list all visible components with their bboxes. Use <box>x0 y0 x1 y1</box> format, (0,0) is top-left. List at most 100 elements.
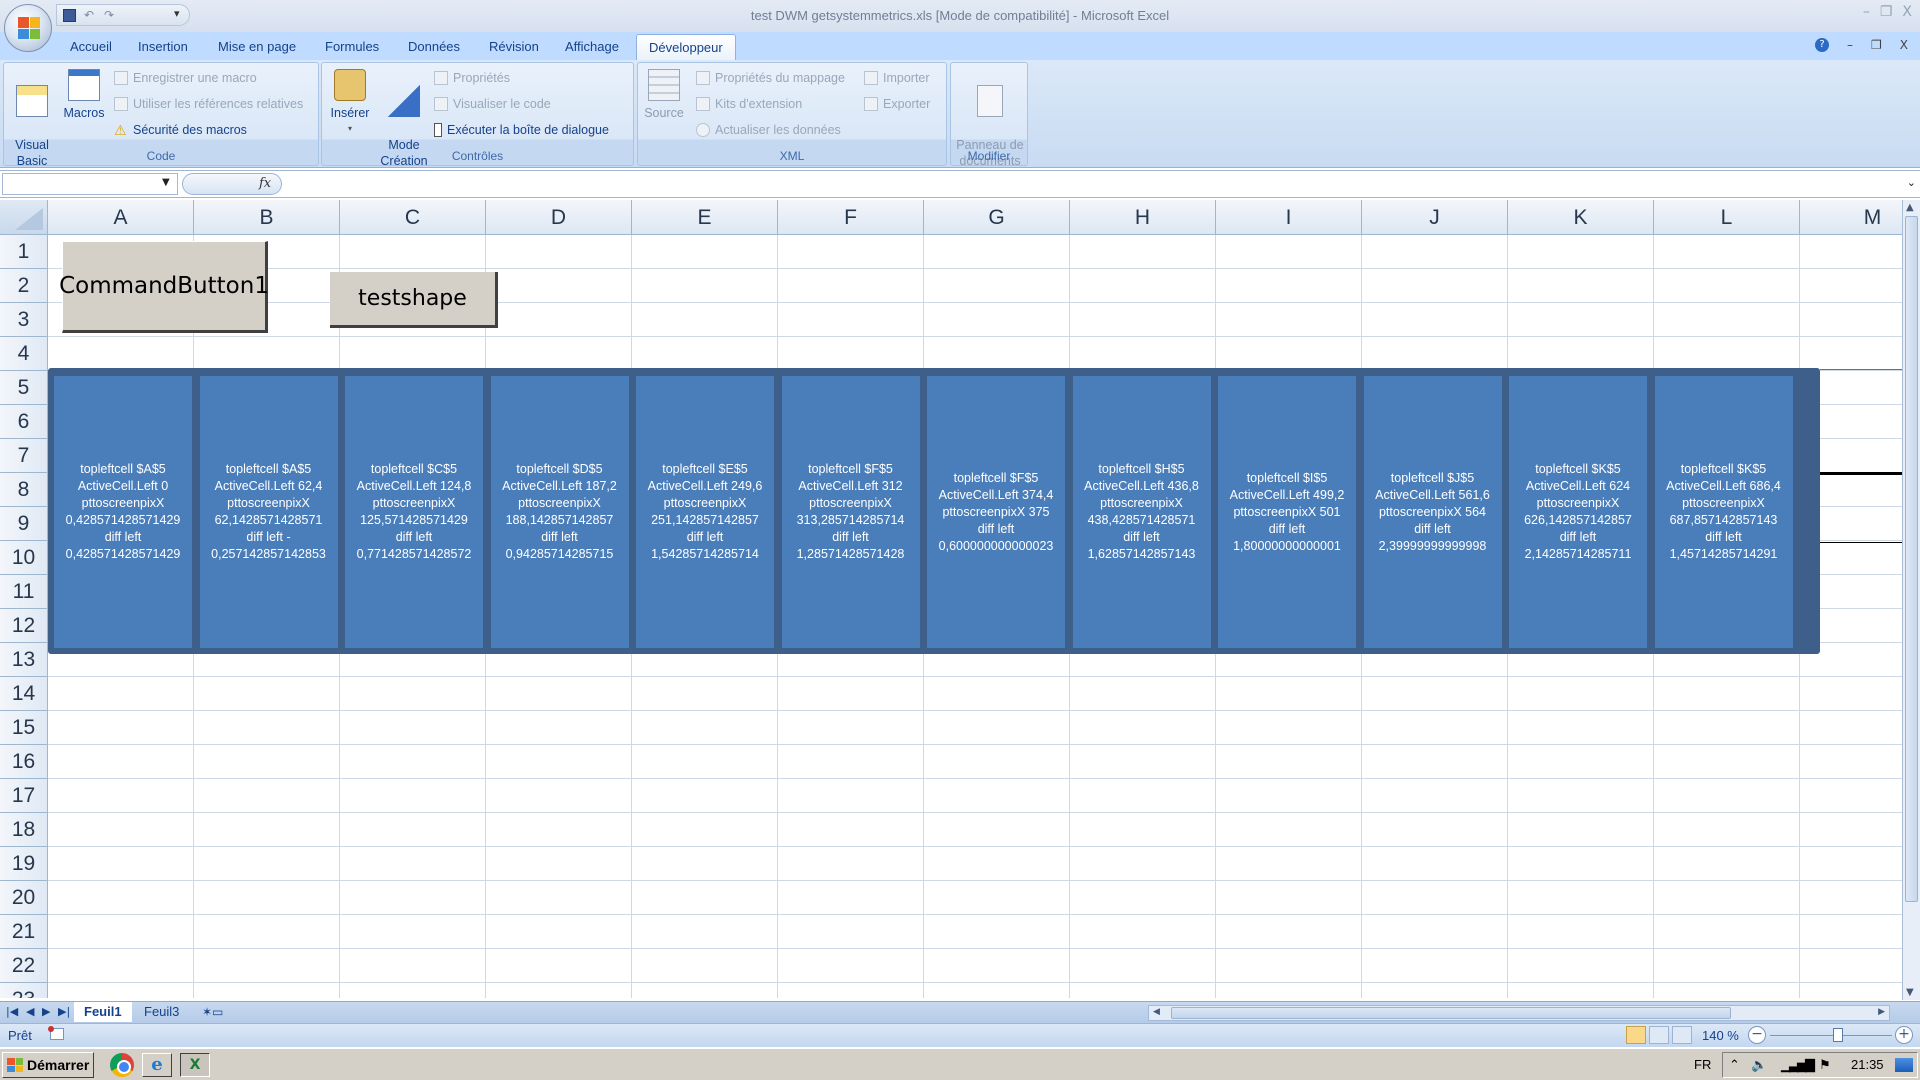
column-header-a[interactable]: A <box>48 200 194 235</box>
xml-source-button[interactable]: Source <box>642 69 686 121</box>
row-header-3[interactable]: 3 <box>0 303 48 337</box>
action-center-flag-icon[interactable]: ⚑ <box>1819 1057 1831 1073</box>
metrics-shape[interactable]: topleftcell $A$5 ActiveCell.Left 62,4 pt… <box>199 376 338 648</box>
row-header-8[interactable]: 8 <box>0 473 48 507</box>
column-header-m[interactable]: M <box>1800 200 1902 235</box>
page-break-preview-button[interactable] <box>1672 1026 1692 1044</box>
network-icon[interactable]: ▁▃▅▇ <box>1781 1057 1815 1073</box>
tab-formules[interactable]: Formules <box>325 34 379 60</box>
import-button[interactable]: Importer <box>864 67 930 89</box>
row-header-20[interactable]: 20 <box>0 881 48 915</box>
start-button[interactable]: Démarrer <box>2 1052 94 1078</box>
tab-donnees[interactable]: Données <box>408 34 460 60</box>
column-header-d[interactable]: D <box>486 200 632 235</box>
help-icon[interactable]: ? <box>1815 38 1829 52</box>
zoom-out-button[interactable]: − <box>1748 1026 1766 1044</box>
vertical-scrollbar[interactable]: ▲ ▼ <box>1902 200 1920 1000</box>
row-header-7[interactable]: 7 <box>0 439 48 473</box>
metrics-shape[interactable]: topleftcell $H$5 ActiveCell.Left 436,8 p… <box>1072 376 1211 648</box>
undo-icon[interactable]: ↶ <box>82 8 96 22</box>
zoom-in-button[interactable]: + <box>1895 1026 1913 1044</box>
metrics-shape[interactable]: topleftcell $K$5 ActiveCell.Left 624 ptt… <box>1509 376 1647 648</box>
metrics-shape[interactable]: topleftcell $F$5 ActiveCell.Left 374,4 p… <box>927 376 1065 648</box>
close-button[interactable]: X <box>1902 4 1912 20</box>
show-desktop-button[interactable] <box>1895 1058 1913 1072</box>
column-header-b[interactable]: B <box>194 200 340 235</box>
last-sheet-icon[interactable]: ▶| <box>58 1005 70 1018</box>
page-layout-view-button[interactable] <box>1649 1026 1669 1044</box>
export-button[interactable]: Exporter <box>864 93 930 115</box>
macro-security-button[interactable]: ⚠ Sécurité des macros <box>114 119 247 141</box>
formula-input[interactable] <box>284 173 1896 195</box>
minimize-button[interactable]: – <box>1863 4 1870 20</box>
column-header-h[interactable]: H <box>1070 200 1216 235</box>
macros-button[interactable]: Macros <box>60 69 108 121</box>
view-code-button[interactable]: Visualiser le code <box>434 93 551 115</box>
column-header-i[interactable]: I <box>1216 200 1362 235</box>
scroll-down-icon[interactable]: ▼ <box>1906 987 1914 998</box>
run-dialog-button[interactable]: Exécuter la boîte de dialogue <box>434 119 609 141</box>
metrics-shape[interactable]: topleftcell $K$5 ActiveCell.Left 686,4 p… <box>1654 376 1793 648</box>
insert-control-button[interactable]: Insérer ▾ <box>326 69 374 137</box>
sheet-tab-feuil3[interactable]: Feuil3 <box>134 1002 189 1022</box>
metrics-shape[interactable]: topleftcell $C$5 ActiveCell.Left 124,8 p… <box>345 376 483 648</box>
volume-icon[interactable]: 🔈 <box>1751 1057 1767 1073</box>
tab-revision[interactable]: Révision <box>489 34 539 60</box>
row-header-18[interactable]: 18 <box>0 813 48 847</box>
expansion-packs-button[interactable]: Kits d'extension <box>696 93 802 115</box>
refresh-data-button[interactable]: Actualiser les données <box>696 119 841 141</box>
row-header-23[interactable]: 23 <box>0 983 48 998</box>
horizontal-scrollbar[interactable]: ◀ ▶ <box>1148 1005 1890 1021</box>
redo-icon[interactable]: ↷ <box>102 8 116 22</box>
row-header-16[interactable]: 16 <box>0 745 48 779</box>
row-header-11[interactable]: 11 <box>0 575 48 609</box>
row-header-22[interactable]: 22 <box>0 949 48 983</box>
expand-formula-bar-icon[interactable]: ⌄ <box>1907 176 1916 189</box>
relative-references-button[interactable]: Utiliser les références relatives <box>114 93 303 115</box>
chrome-icon[interactable] <box>110 1053 134 1077</box>
row-header-5[interactable]: 5 <box>0 371 48 405</box>
metrics-shape[interactable]: topleftcell $E$5 ActiveCell.Left 249,6 p… <box>636 376 774 648</box>
column-header-j[interactable]: J <box>1362 200 1508 235</box>
tray-expand-icon[interactable]: ⌃ <box>1729 1057 1740 1073</box>
scroll-left-icon[interactable]: ◀ <box>1153 1007 1160 1017</box>
metrics-shape[interactable]: topleftcell $D$5 ActiveCell.Left 187,2 p… <box>490 376 629 648</box>
tab-insertion[interactable]: Insertion <box>138 34 188 60</box>
internet-explorer-icon[interactable]: e <box>142 1053 172 1077</box>
tab-affichage[interactable]: Affichage <box>565 34 619 60</box>
name-box[interactable] <box>2 173 178 195</box>
metrics-shape[interactable]: topleftcell $A$5 ActiveCell.Left 0 pttos… <box>54 376 192 648</box>
language-indicator[interactable]: FR <box>1694 1057 1711 1072</box>
worksheet-grid[interactable]: ABCDEFGHIJKLM 1 2 3 4 5 6 7 8 9 10 11 12 13 14 15 16 17 1… <box>0 200 1902 998</box>
row-header-17[interactable]: 17 <box>0 779 48 813</box>
horizontal-scroll-thumb[interactable] <box>1171 1007 1731 1019</box>
row-header-21[interactable]: 21 <box>0 915 48 949</box>
metrics-shape[interactable]: topleftcell $I$5 ActiveCell.Left 499,2 p… <box>1218 376 1356 648</box>
name-box-dropdown-icon[interactable]: ▼ <box>162 177 170 188</box>
column-header-f[interactable]: F <box>778 200 924 235</box>
column-header-l[interactable]: L <box>1654 200 1800 235</box>
testshape-button[interactable]: testshape <box>330 272 498 328</box>
clock[interactable]: 21:35 <box>1851 1057 1884 1072</box>
tab-developpeur[interactable]: Développeur <box>636 34 736 60</box>
first-sheet-icon[interactable]: |◀ <box>6 1005 18 1018</box>
vertical-scroll-thumb[interactable] <box>1905 216 1918 902</box>
doc-close-button[interactable]: X <box>1900 38 1908 52</box>
doc-restore-button[interactable]: ❐ <box>1871 38 1882 52</box>
insert-function-button[interactable]: fx <box>259 176 271 191</box>
tab-accueil[interactable]: Accueil <box>70 34 112 60</box>
save-icon[interactable] <box>63 8 76 22</box>
column-header-c[interactable]: C <box>340 200 486 235</box>
next-sheet-icon[interactable]: ▶ <box>42 1005 50 1018</box>
row-header-13[interactable]: 13 <box>0 643 48 677</box>
column-header-e[interactable]: E <box>632 200 778 235</box>
normal-view-button[interactable] <box>1626 1026 1646 1044</box>
sheet-tab-feuil1[interactable]: Feuil1 <box>74 1002 132 1022</box>
map-properties-button[interactable]: Propriétés du mappage <box>696 67 845 89</box>
column-header-k[interactable]: K <box>1508 200 1654 235</box>
row-header-12[interactable]: 12 <box>0 609 48 643</box>
row-header-10[interactable]: 10 <box>0 541 48 575</box>
row-header-6[interactable]: 6 <box>0 405 48 439</box>
customize-qat-icon[interactable]: ▾ <box>174 7 180 20</box>
row-header-2[interactable]: 2 <box>0 269 48 303</box>
